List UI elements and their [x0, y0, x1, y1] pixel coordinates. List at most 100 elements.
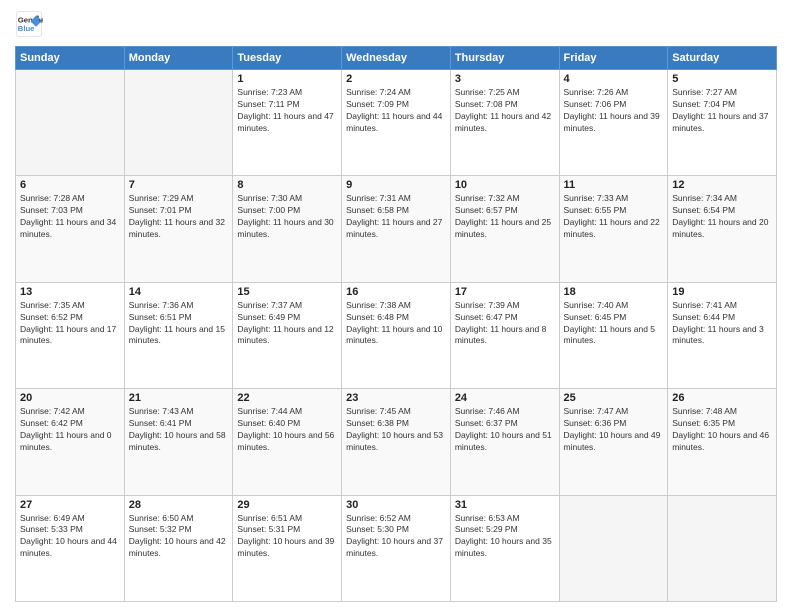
calendar-cell: 6Sunrise: 7:28 AMSunset: 7:03 PMDaylight…	[16, 176, 125, 282]
calendar-cell: 11 Sunrise: 7:33 AMSunset: 6:55 PMDayligh…	[559, 176, 668, 282]
day-info: Sunrise: 6:53 AMSunset: 5:29 PMDaylight:…	[455, 513, 555, 561]
calendar-cell: 23 Sunrise: 7:45 AMSunset: 6:38 PMDayligh…	[342, 389, 451, 495]
day-info: Sunrise: 7:44 AMSunset: 6:40 PMDaylight:…	[237, 406, 337, 454]
day-info: Sunrise: 7:41 AMSunset: 6:44 PMDaylight:…	[672, 300, 772, 348]
day-number: 27	[20, 499, 120, 511]
calendar-cell: 21Sunrise: 7:43 AMSunset: 6:41 PMDayligh…	[124, 389, 233, 495]
calendar-cell	[668, 495, 777, 601]
calendar-cell: 29 Sunrise: 6:51 AMSunset: 5:31 PMDayligh…	[233, 495, 342, 601]
day-number: 7	[129, 179, 229, 191]
calendar-cell: 2 Sunrise: 7:24 AMSunset: 7:09 PMDaylight…	[342, 70, 451, 176]
day-number: 3	[455, 73, 555, 85]
day-info: Sunrise: 7:28 AMSunset: 7:03 PMDaylight:…	[20, 193, 120, 241]
day-number: 12	[672, 179, 772, 191]
day-info: Sunrise: 7:35 AMSunset: 6:52 PMDaylight:…	[20, 300, 120, 348]
calendar-cell: 7 Sunrise: 7:29 AMSunset: 7:01 PMDaylight…	[124, 176, 233, 282]
day-info: Sunrise: 7:47 AMSunset: 6:36 PMDaylight:…	[564, 406, 664, 454]
day-info: Sunrise: 7:27 AMSunset: 7:04 PMDaylight:…	[672, 87, 772, 135]
calendar-cell: 16Sunrise: 7:38 AMSunset: 6:48 PMDayligh…	[342, 282, 451, 388]
calendar-cell: 19 Sunrise: 7:41 AMSunset: 6:44 PMDayligh…	[668, 282, 777, 388]
day-info: Sunrise: 6:51 AMSunset: 5:31 PMDaylight:…	[237, 513, 337, 561]
day-number: 2	[346, 73, 446, 85]
day-info: Sunrise: 7:39 AMSunset: 6:47 PMDaylight:…	[455, 300, 555, 348]
calendar-cell: 5 Sunrise: 7:27 AMSunset: 7:04 PMDaylight…	[668, 70, 777, 176]
page: General Blue SundayMondayTuesdayWednesda…	[0, 0, 792, 612]
calendar-cell	[559, 495, 668, 601]
weekday-header: Monday	[124, 47, 233, 70]
weekday-header: Sunday	[16, 47, 125, 70]
day-info: Sunrise: 7:34 AMSunset: 6:54 PMDaylight:…	[672, 193, 772, 241]
day-info: Sunrise: 6:50 AMSunset: 5:32 PMDaylight:…	[129, 513, 229, 561]
day-info: Sunrise: 7:29 AMSunset: 7:01 PMDaylight:…	[129, 193, 229, 241]
calendar-cell: 18 Sunrise: 7:40 AMSunset: 6:45 PMDayligh…	[559, 282, 668, 388]
day-number: 30	[346, 499, 446, 511]
calendar-cell: 9Sunrise: 7:31 AMSunset: 6:58 PMDaylight…	[342, 176, 451, 282]
svg-text:Blue: Blue	[18, 24, 35, 33]
calendar-cell: 24 Sunrise: 7:46 AMSunset: 6:37 PMDayligh…	[450, 389, 559, 495]
calendar-cell: 14 Sunrise: 7:36 AMSunset: 6:51 PMDayligh…	[124, 282, 233, 388]
calendar-week-row: 1Sunrise: 7:23 AMSunset: 7:11 PMDaylight…	[16, 70, 777, 176]
calendar-cell: 1Sunrise: 7:23 AMSunset: 7:11 PMDaylight…	[233, 70, 342, 176]
day-info: Sunrise: 7:33 AMSunset: 6:55 PMDaylight:…	[564, 193, 664, 241]
day-info: Sunrise: 7:37 AMSunset: 6:49 PMDaylight:…	[237, 300, 337, 348]
calendar-cell: 3 Sunrise: 7:25 AMSunset: 7:08 PMDaylight…	[450, 70, 559, 176]
calendar-header-row: SundayMondayTuesdayWednesdayThursdayFrid…	[16, 47, 777, 70]
calendar-cell: 27 Sunrise: 6:49 AMSunset: 5:33 PMDayligh…	[16, 495, 125, 601]
weekday-header: Wednesday	[342, 47, 451, 70]
calendar-cell: 15 Sunrise: 7:37 AMSunset: 6:49 PMDayligh…	[233, 282, 342, 388]
calendar-cell: 17Sunrise: 7:39 AMSunset: 6:47 PMDayligh…	[450, 282, 559, 388]
calendar-cell	[16, 70, 125, 176]
day-info: Sunrise: 7:40 AMSunset: 6:45 PMDaylight:…	[564, 300, 664, 348]
day-info: Sunrise: 6:52 AMSunset: 5:30 PMDaylight:…	[346, 513, 446, 561]
day-number: 5	[672, 73, 772, 85]
day-number: 20	[20, 392, 120, 404]
day-number: 4	[564, 73, 664, 85]
day-number: 26	[672, 392, 772, 404]
day-number: 10	[455, 179, 555, 191]
header: General Blue	[15, 10, 777, 38]
day-number: 9	[346, 179, 446, 191]
day-number: 29	[237, 499, 337, 511]
calendar-cell: 13Sunrise: 7:35 AMSunset: 6:52 PMDayligh…	[16, 282, 125, 388]
day-number: 14	[129, 286, 229, 298]
day-number: 16	[346, 286, 446, 298]
day-info: Sunrise: 7:32 AMSunset: 6:57 PMDaylight:…	[455, 193, 555, 241]
weekday-header: Tuesday	[233, 47, 342, 70]
day-number: 23	[346, 392, 446, 404]
day-number: 1	[237, 73, 337, 85]
day-info: Sunrise: 7:36 AMSunset: 6:51 PMDaylight:…	[129, 300, 229, 348]
calendar-cell: 25 Sunrise: 7:47 AMSunset: 6:36 PMDayligh…	[559, 389, 668, 495]
calendar-week-row: 13Sunrise: 7:35 AMSunset: 6:52 PMDayligh…	[16, 282, 777, 388]
day-number: 25	[564, 392, 664, 404]
day-info: Sunrise: 6:49 AMSunset: 5:33 PMDaylight:…	[20, 513, 120, 561]
calendar-cell: 28 Sunrise: 6:50 AMSunset: 5:32 PMDayligh…	[124, 495, 233, 601]
logo-icon: General Blue	[15, 10, 43, 38]
day-info: Sunrise: 7:26 AMSunset: 7:06 PMDaylight:…	[564, 87, 664, 135]
weekday-header: Thursday	[450, 47, 559, 70]
calendar-cell: 20Sunrise: 7:42 AMSunset: 6:42 PMDayligh…	[16, 389, 125, 495]
day-info: Sunrise: 7:24 AMSunset: 7:09 PMDaylight:…	[346, 87, 446, 135]
calendar-cell: 31 Sunrise: 6:53 AMSunset: 5:29 PMDayligh…	[450, 495, 559, 601]
weekday-header: Saturday	[668, 47, 777, 70]
calendar-week-row: 27 Sunrise: 6:49 AMSunset: 5:33 PMDayligh…	[16, 495, 777, 601]
calendar-body: 1Sunrise: 7:23 AMSunset: 7:11 PMDaylight…	[16, 70, 777, 602]
calendar-cell	[124, 70, 233, 176]
day-number: 15	[237, 286, 337, 298]
day-number: 28	[129, 499, 229, 511]
day-number: 31	[455, 499, 555, 511]
day-number: 8	[237, 179, 337, 191]
calendar-week-row: 20Sunrise: 7:42 AMSunset: 6:42 PMDayligh…	[16, 389, 777, 495]
logo: General Blue	[15, 10, 43, 38]
calendar-cell: 26 Sunrise: 7:48 AMSunset: 6:35 PMDayligh…	[668, 389, 777, 495]
calendar-cell: 8Sunrise: 7:30 AMSunset: 7:00 PMDaylight…	[233, 176, 342, 282]
day-number: 18	[564, 286, 664, 298]
day-info: Sunrise: 7:48 AMSunset: 6:35 PMDaylight:…	[672, 406, 772, 454]
day-number: 21	[129, 392, 229, 404]
day-number: 19	[672, 286, 772, 298]
day-number: 11	[564, 179, 664, 191]
day-number: 24	[455, 392, 555, 404]
day-info: Sunrise: 7:46 AMSunset: 6:37 PMDaylight:…	[455, 406, 555, 454]
day-info: Sunrise: 7:25 AMSunset: 7:08 PMDaylight:…	[455, 87, 555, 135]
calendar-cell: 4 Sunrise: 7:26 AMSunset: 7:06 PMDaylight…	[559, 70, 668, 176]
day-info: Sunrise: 7:45 AMSunset: 6:38 PMDaylight:…	[346, 406, 446, 454]
